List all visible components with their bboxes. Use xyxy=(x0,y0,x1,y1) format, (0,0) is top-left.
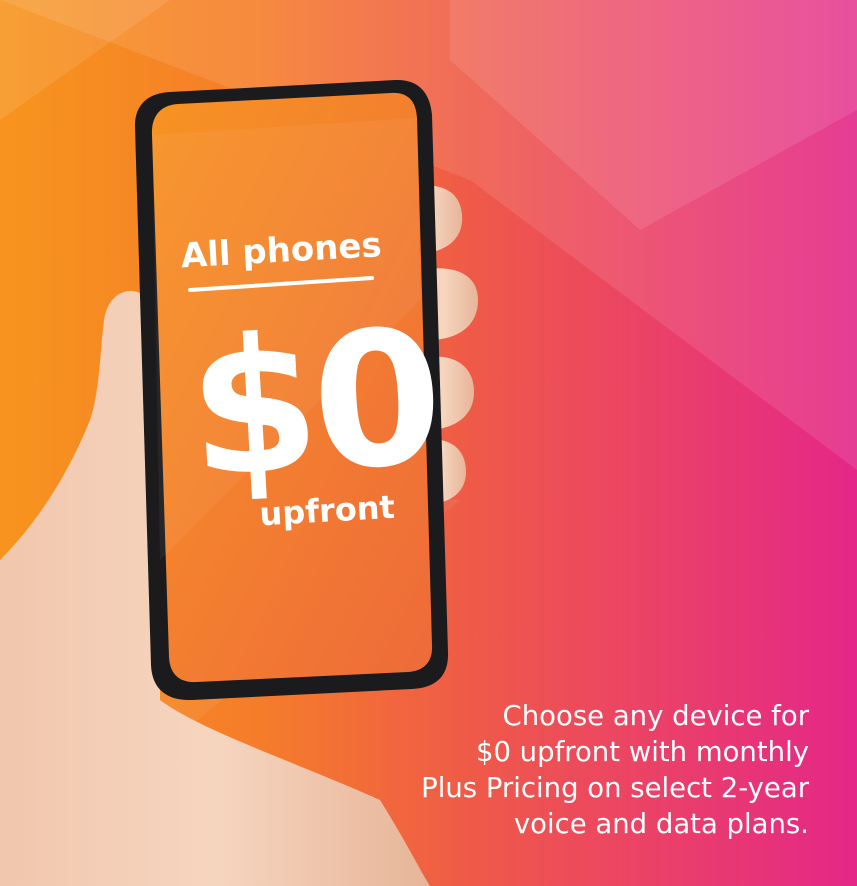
promo-banner: All phones $0 upfront Choose any device … xyxy=(0,0,857,886)
screen-subtext: upfront xyxy=(258,488,395,534)
promo-line: Plus Pricing on select 2-year xyxy=(421,772,809,804)
screen-price: $0 xyxy=(184,288,443,518)
promo-description: Choose any device for $0 upfront with mo… xyxy=(309,698,809,842)
promo-line: $0 upfront with monthly xyxy=(475,736,809,768)
promo-line: voice and data plans. xyxy=(513,808,809,840)
promo-line: Choose any device for xyxy=(502,700,809,732)
